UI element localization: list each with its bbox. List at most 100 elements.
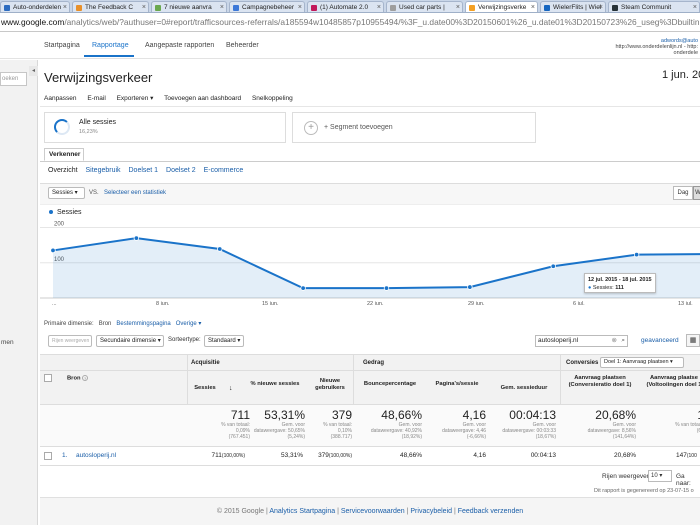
select-all-checkbox[interactable] — [44, 374, 52, 382]
tab-label: (1) Automate 2.0 — [320, 4, 369, 11]
total-cell: 711% van totaal: 0,09% (767.451) — [190, 409, 250, 441]
tab-close-icon[interactable]: × — [142, 2, 146, 12]
customize-button[interactable]: Aanpassen — [44, 95, 77, 102]
clear-icon[interactable]: ⊗ — [612, 336, 617, 346]
tab-favicon-icon — [233, 5, 239, 11]
browser-tab[interactable]: Verwijzingsverke × — [465, 1, 538, 12]
nav-aangepaste-rapporten[interactable]: Aangepaste rapporten — [145, 42, 214, 49]
col-conversion-rate[interactable]: Aanvraag plaatsen (Conversieratio doel 1… — [564, 375, 636, 389]
address-bar[interactable]: www.google.com/analytics/web/?authuser=0… — [0, 13, 700, 32]
browser-tab[interactable]: Campagnebeheer × — [229, 1, 305, 12]
total-cell: 4,16 Gem. voor dataweergave: 4,46 (-6,66%) — [428, 409, 486, 441]
nav-beheerder[interactable]: Beheerder — [226, 42, 259, 49]
segment-all-sessions[interactable]: Alle sessies 16,23% — [44, 112, 286, 143]
primary-dimension-row: Primaire dimensie: Bron Bestemmingspagina O… — [44, 320, 206, 327]
browser-tab[interactable]: (1) Automate 2.0 × — [307, 1, 384, 12]
tab-close-icon[interactable]: × — [693, 2, 697, 12]
add-to-dashboard-button[interactable]: Toevoegen aan dashboard — [164, 95, 241, 102]
table-row[interactable]: 1. autosloperij.nl 711(100,00%) 53,31% 3… — [40, 447, 700, 466]
col-bounce-rate[interactable]: Bouncepercentage — [358, 381, 422, 388]
subtab-doelset-1[interactable]: Doelset 1 — [129, 167, 159, 174]
col-new-sessions[interactable]: % nieuwe sessies — [245, 381, 305, 388]
sidebar-search-input[interactable]: oeken — [0, 72, 27, 86]
period-week-button[interactable]: W — [693, 186, 700, 200]
col-goal-completions[interactable]: Aanvraag plaatse (Voltooiingen doel 1 — [644, 375, 700, 389]
tab-close-icon[interactable]: × — [531, 2, 535, 12]
subtab-doelset-2[interactable]: Doelset 2 — [166, 167, 196, 174]
tab-close-icon[interactable]: × — [377, 2, 381, 12]
col-new-users[interactable]: Nieuwe gebruikers — [310, 378, 350, 392]
segment-label: Alle sessies — [79, 119, 116, 126]
rows-per-page-select[interactable]: 10 ▾ — [648, 470, 672, 482]
tab-label: WielerFlits | Wiel — [553, 4, 602, 11]
metric-select[interactable]: Sessies ▾ — [48, 187, 85, 199]
add-segment-button[interactable]: + + Segment toevoegen — [292, 112, 536, 143]
sort-desc-icon[interactable]: ↓ — [229, 385, 233, 392]
col-sessions[interactable]: Sessies — [190, 385, 220, 392]
tab-close-icon[interactable]: × — [63, 2, 67, 12]
dimension-overige[interactable]: Overige ▾ — [176, 321, 202, 327]
row-source-link[interactable]: autosloperij.nl — [76, 452, 116, 459]
browser-tab[interactable]: WielerFlits | Wiel × — [540, 1, 606, 12]
footer-link-feedback[interactable]: Feedback verzenden — [458, 508, 523, 515]
total-comparison: (65 — [696, 428, 700, 434]
footer-link-terms[interactable]: Servicevoorwaarden — [341, 508, 405, 515]
vs-label: VS. — [89, 190, 99, 196]
goto-label: Ga naar: — [676, 473, 691, 487]
email-button[interactable]: E-mail — [87, 95, 105, 102]
tab-close-icon[interactable]: × — [599, 2, 603, 12]
ga-top-nav: Startpagina Rapportage Aangepaste rappor… — [0, 33, 700, 59]
total-comparison: dataweergave: 8,56% (141,64%) — [587, 428, 636, 440]
tab-explorer[interactable]: Verkenner — [44, 148, 84, 161]
tab-favicon-icon — [390, 5, 396, 11]
select-statistic-link[interactable]: Selecteer een statistiek — [104, 190, 166, 196]
tab-close-icon[interactable]: × — [456, 2, 460, 12]
shortcut-button[interactable]: Snelkoppeling — [252, 95, 293, 102]
x-tick-label: 8 jun. — [156, 301, 170, 305]
x-tick-label: 22 jun. — [367, 301, 384, 305]
conversion-goal-select[interactable]: Doel 1: Aanvraag plaatsen ▾ — [600, 357, 684, 368]
col-pages-per-session[interactable]: Pagina's/sessie — [428, 381, 486, 388]
col-avg-duration[interactable]: Gem. sessieduur — [492, 385, 556, 392]
rows-show-button[interactable]: Rijen weergeven — [48, 335, 92, 347]
tab-close-icon[interactable]: × — [220, 2, 224, 12]
row-checkbox[interactable] — [44, 452, 52, 460]
dimension-bron[interactable]: Bron — [99, 321, 112, 327]
footer-link-privacy[interactable]: Privacybeleid — [410, 508, 452, 515]
x-tick-label: 13 jul. — [678, 301, 693, 305]
account-info[interactable]: adwords@auto http://www.onderdelenlijn.n… — [615, 38, 698, 56]
row-index: 1. — [62, 452, 68, 459]
table-search-input[interactable]: autosloperij.nl ⊗ ⌕ — [535, 335, 628, 347]
subtab-overzicht[interactable]: Overzicht — [48, 167, 78, 174]
row-new-users: 379(100,00%) — [318, 452, 352, 459]
tab-favicon-icon — [311, 5, 317, 11]
table-view-icon[interactable]: ▦ — [686, 334, 700, 347]
tab-close-icon[interactable]: × — [298, 2, 302, 12]
subtab-sitegebruik[interactable]: Sitegebruik — [86, 167, 121, 174]
footer-link-analytics[interactable]: Analytics Startpagina — [269, 508, 335, 515]
period-day-button[interactable]: Dag — [673, 186, 693, 200]
export-button[interactable]: Exporteren ▾ — [117, 95, 154, 102]
col-source[interactable]: Bron ? — [67, 375, 89, 383]
secondary-dimension-select[interactable]: Secundaire dimensie ▾ — [96, 335, 164, 347]
advanced-link[interactable]: geavanceerd — [641, 337, 679, 344]
browser-tab[interactable]: Steam Communit × — [608, 1, 700, 12]
collapse-sidebar-icon[interactable]: ◂ — [29, 66, 38, 76]
dimension-bestemmingspagina[interactable]: Bestemmingspagina — [116, 321, 170, 327]
browser-tab[interactable]: Used car parts | × — [386, 1, 463, 12]
sort-type-select[interactable]: Standaard ▾ — [204, 335, 244, 347]
nav-startpagina[interactable]: Startpagina — [44, 42, 80, 49]
nav-rapportage[interactable]: Rapportage — [92, 42, 129, 49]
sidebar-item-label[interactable]: men — [1, 339, 14, 346]
data-point — [467, 284, 473, 290]
browser-tab[interactable]: The Feedback C × — [72, 1, 149, 12]
subtab-ecommerce[interactable]: E-commerce — [204, 167, 244, 174]
search-icon[interactable]: ⌕ — [621, 336, 625, 346]
tab-label: Steam Communit — [621, 4, 672, 11]
x-tick-label: 29 jun. — [468, 301, 485, 305]
data-point — [550, 263, 556, 269]
browser-tab[interactable]: Auto-onderdelen × — [0, 1, 70, 12]
add-segment-label: + Segment toevoegen — [324, 124, 393, 131]
date-range-picker[interactable]: 1 jun. 20 — [662, 69, 700, 81]
browser-tab[interactable]: 7 nieuwe aanvra × — [151, 1, 227, 12]
